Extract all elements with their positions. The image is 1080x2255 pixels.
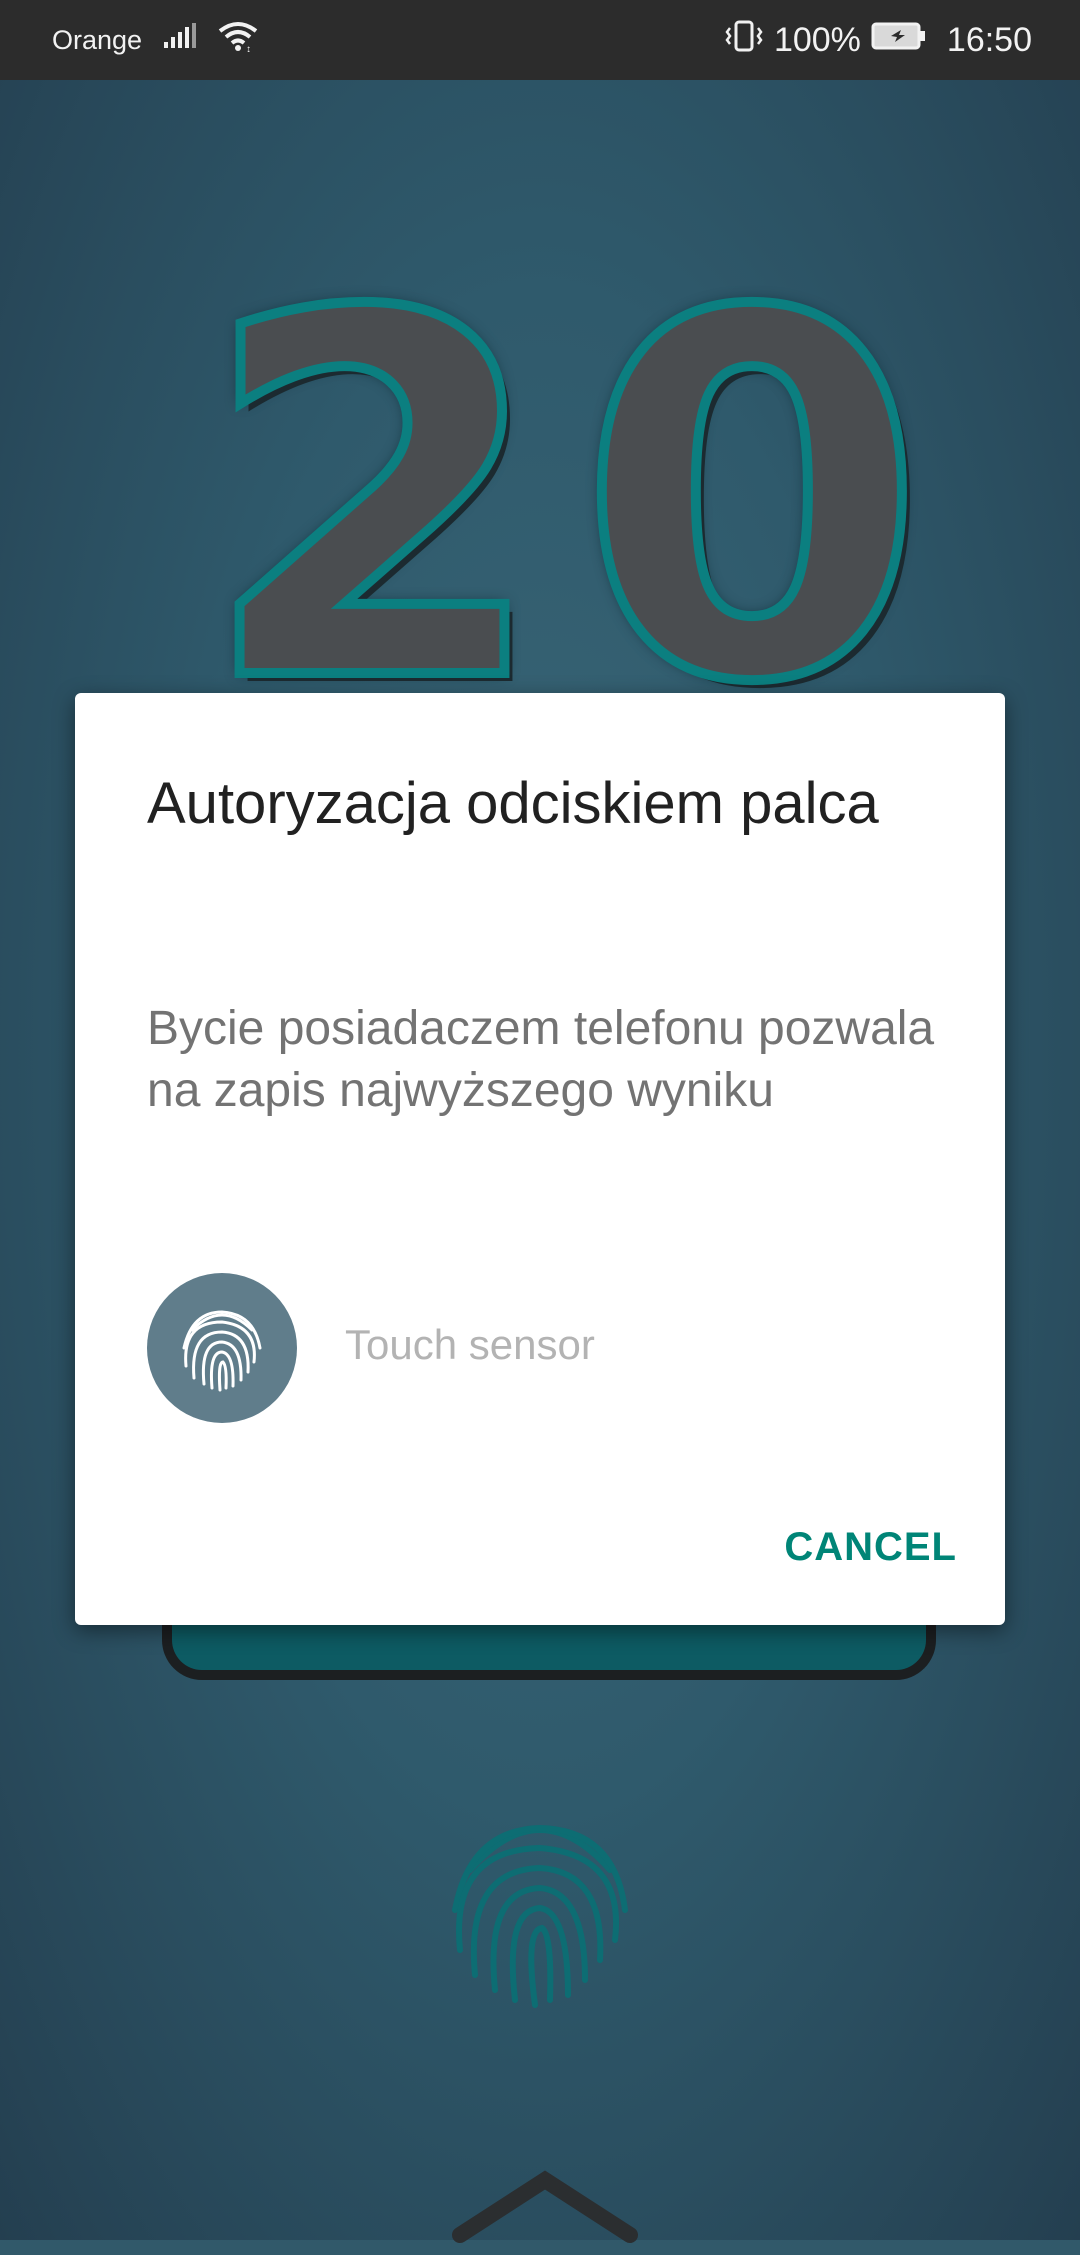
- cancel-button[interactable]: CANCEL: [784, 1525, 957, 1570]
- sensor-status-text: Touch sensor: [345, 1321, 595, 1368]
- vibrate-icon: [724, 19, 764, 62]
- svg-text:↕: ↕: [246, 44, 251, 52]
- battery-percent: 100%: [773, 20, 861, 59]
- clock: 16:50: [946, 20, 1032, 59]
- status-bar-right: 100% 16:50: [724, 0, 1032, 80]
- battery-charging-icon: [871, 21, 927, 60]
- score-number: 20: [195, 209, 956, 791]
- status-bar-left: Orange ↕: [52, 0, 258, 80]
- status-bar: Orange ↕ 100% 16:50: [0, 0, 1080, 80]
- wifi-icon: ↕: [218, 20, 258, 60]
- carrier-label: Orange: [52, 24, 143, 55]
- fingerprint-dialog: Autoryzacja odciskiem palca Bycie posiad…: [75, 693, 1005, 1625]
- fingerprint-icon: [147, 1273, 297, 1423]
- dialog-title: Autoryzacja odciskiem palca: [147, 771, 879, 836]
- chevron-up-icon[interactable]: [440, 2150, 650, 2250]
- fingerprint-icon[interactable]: [430, 1800, 650, 2020]
- signal-icon: [162, 22, 198, 58]
- dialog-message: Bycie posiadaczem telefonu pozwala na za…: [147, 1002, 935, 1117]
